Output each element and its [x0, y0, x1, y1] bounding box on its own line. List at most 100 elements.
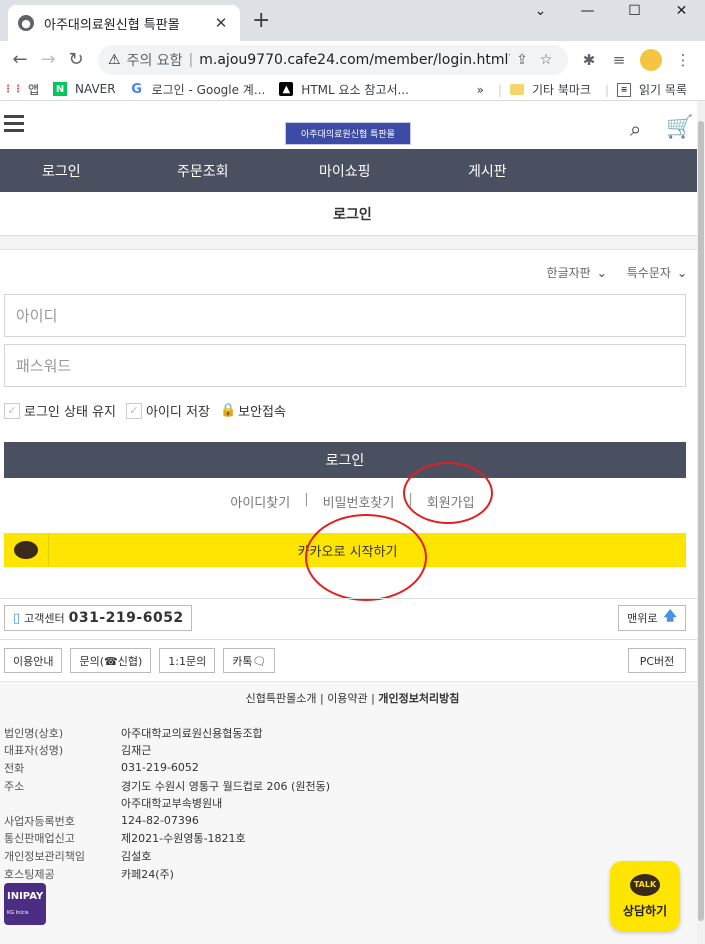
- url-text[interactable]: m.ajou9770.cafe24.com/member/login.html?…: [199, 52, 510, 68]
- account-links: 아이디찾기 | 비밀번호찾기 | 회원가입: [0, 492, 705, 511]
- inipay-logo[interactable]: INIPAY KG Inicis: [4, 883, 46, 925]
- info-row: 주소 경기도 수원시 영통구 월드컵로 206 (원천동): [4, 777, 330, 795]
- maximize-icon[interactable]: ☐: [611, 0, 658, 24]
- policy-links: 신협특판몰소개 | 이용약관 | 개인정보처리방침: [0, 690, 705, 706]
- page-scrollbar[interactable]: [697, 101, 705, 944]
- bookmark-label: 읽기 목록: [639, 83, 687, 97]
- red-annotation-circle: [305, 514, 427, 601]
- tab-search-icon[interactable]: ⌄: [517, 0, 564, 24]
- kakao-talk-icon: [4, 533, 49, 567]
- media-icon[interactable]: ≡: [604, 51, 634, 69]
- terms-link[interactable]: 이용약관: [327, 692, 367, 705]
- about-link[interactable]: 신협특판몰소개: [246, 692, 317, 705]
- info-key: 통신판매업신고: [4, 832, 75, 846]
- google-icon: G: [131, 81, 142, 97]
- info-row: 통신판매업신고 제2021-수원영통-1821호: [4, 830, 330, 848]
- save-id-label: 아이디 저장: [146, 405, 210, 420]
- profile-avatar[interactable]: [640, 48, 662, 71]
- find-id-link[interactable]: 아이디찾기: [216, 492, 304, 511]
- inquiry-button[interactable]: 문의(☎신협): [70, 648, 152, 673]
- other-bookmarks[interactable]: 기타 북마크: [509, 81, 591, 98]
- close-tab-icon[interactable]: ✕: [212, 14, 230, 32]
- naver-icon: N: [53, 82, 68, 96]
- window-controls: ⌄ — ☐ ✕: [517, 0, 705, 24]
- bookmarks-overflow[interactable]: »: [477, 83, 484, 97]
- extensions-icon[interactable]: ✱: [574, 51, 604, 69]
- info-row: 호스팅제공 카페24(주): [4, 865, 330, 883]
- keep-login-checkbox[interactable]: ✓: [4, 402, 20, 419]
- company-info: 법인명(상호) 아주대학교의료원신용협동조합 대표자(성명) 김재근 전화 031-2…: [4, 724, 330, 882]
- talk-bubble-icon: TALK: [630, 873, 660, 896]
- close-window-icon[interactable]: ✕: [658, 0, 705, 24]
- pc-version-button[interactable]: PC버전: [628, 648, 686, 673]
- bookmark-star-icon[interactable]: ☆: [534, 52, 558, 68]
- password-input[interactable]: 패스워드: [4, 344, 686, 387]
- keep-login-label: 로그인 상태 유지: [24, 405, 116, 420]
- inipay-text: INIPAY: [7, 891, 44, 902]
- red-annotation-circle: [403, 462, 493, 524]
- bookmark-google[interactable]: G 로그인 - Google 계...: [130, 81, 265, 98]
- site-header: 아주대의료원신협 특판몰 ⌕ 🛒: [0, 101, 705, 149]
- divider: |: [604, 82, 610, 97]
- info-value: 031-219-6052: [121, 761, 199, 775]
- section-divider: [0, 236, 705, 250]
- chevron-down-icon: ⌄: [676, 265, 687, 280]
- bookmark-html[interactable]: ▲ HTML 요소 참고서...: [279, 81, 409, 98]
- info-value: 김재근: [121, 744, 152, 758]
- scroll-top-button[interactable]: 맨위로 🡅: [618, 605, 686, 631]
- kakao-chat-button[interactable]: 카톡🗨: [223, 648, 276, 673]
- web-page: 아주대의료원신협 특판몰 ⌕ 🛒 로그인 주문조회 마이쇼핑 게시판 로그인 한…: [0, 101, 705, 944]
- apps-grid-icon: ⋮⋮: [3, 83, 23, 95]
- reading-list[interactable]: ≡ 읽기 목록: [617, 81, 687, 98]
- bookmarks-bar: ⋮⋮ 앱 N NAVER G 로그인 - Google 계... ▲ HTML …: [0, 78, 705, 101]
- address-bar[interactable]: ⚠ 주의 요함 | m.ajou9770.cafe24.com/member/l…: [98, 44, 568, 75]
- find-password-link[interactable]: 비밀번호찾기: [309, 492, 409, 511]
- menu-icon[interactable]: ⋮: [668, 51, 698, 69]
- info-row: 대표자(성명) 김재근: [4, 742, 330, 760]
- new-tab-button[interactable]: +: [252, 8, 270, 33]
- search-icon[interactable]: ⌕: [630, 117, 641, 141]
- info-value: 카페24(주): [121, 867, 174, 881]
- bookmark-naver[interactable]: N NAVER: [53, 82, 116, 96]
- guide-button[interactable]: 이용안내: [4, 648, 63, 673]
- nav-order-lookup[interactable]: 주문조회: [177, 161, 229, 181]
- bookmarks-right: » | 기타 북마크 | ≡ 읽기 목록: [477, 81, 701, 98]
- toolbar-actions: ✱ ≡ ⋮: [574, 48, 698, 71]
- globe-icon: ●: [18, 15, 34, 31]
- id-input[interactable]: 아이디: [4, 294, 686, 337]
- back-icon[interactable]: ←: [6, 49, 34, 70]
- special-char-toggle[interactable]: 특수문자 ⌄: [627, 264, 687, 281]
- forward-icon[interactable]: →: [34, 49, 62, 70]
- cart-icon[interactable]: 🛒: [666, 115, 693, 140]
- info-row: 아주대학교부속병원내: [4, 794, 330, 812]
- nav-login[interactable]: 로그인: [42, 161, 81, 181]
- scrollbar-thumb[interactable]: [698, 121, 704, 921]
- save-id-checkbox[interactable]: ✓: [126, 402, 142, 419]
- customer-center[interactable]: ▯ 고객센터 031-219-6052: [4, 605, 192, 631]
- info-key: 사업자등록번호: [4, 814, 75, 828]
- warning-icon[interactable]: ⚠: [108, 52, 121, 68]
- divider: |: [497, 82, 502, 97]
- inipay-subtext: KG Inicis: [7, 910, 29, 916]
- nav-board[interactable]: 게시판: [468, 161, 507, 181]
- login-button[interactable]: 로그인: [4, 442, 686, 478]
- kakao-talk-consult-button[interactable]: TALK 상담하기: [610, 861, 680, 931]
- footer-buttons: 이용안내 문의(☎신협) 1:1문의 카톡🗨: [4, 648, 276, 673]
- secure-login-link[interactable]: 보안접속: [238, 401, 286, 420]
- privacy-link[interactable]: 개인정보처리방침: [378, 692, 459, 705]
- share-icon[interactable]: ⇪: [510, 52, 534, 68]
- nav-my-shopping[interactable]: 마이쇼핑: [319, 161, 371, 181]
- info-value: 124-82-07396: [121, 814, 199, 828]
- browser-tab[interactable]: ● 아주대의료원신협 특판몰 ✕: [8, 5, 240, 41]
- info-value: 아주대학교의료원신용협동조합: [121, 726, 263, 740]
- korean-keyboard-toggle[interactable]: 한글자판 ⌄: [547, 264, 607, 281]
- reload-icon[interactable]: ↻: [62, 49, 90, 70]
- one-to-one-button[interactable]: 1:1문의: [159, 648, 216, 673]
- minimize-icon[interactable]: —: [564, 0, 611, 24]
- site-logo[interactable]: 아주대의료원신협 특판몰: [285, 122, 411, 145]
- bookmark-apps[interactable]: ⋮⋮ 앱: [3, 81, 39, 98]
- info-row: 개인정보관리책임 김설호: [4, 847, 330, 865]
- lock-icon: 🔒: [219, 403, 237, 418]
- hamburger-menu-icon[interactable]: [4, 115, 24, 136]
- info-row: 법인명(상호) 아주대학교의료원신용협동조합: [4, 724, 330, 742]
